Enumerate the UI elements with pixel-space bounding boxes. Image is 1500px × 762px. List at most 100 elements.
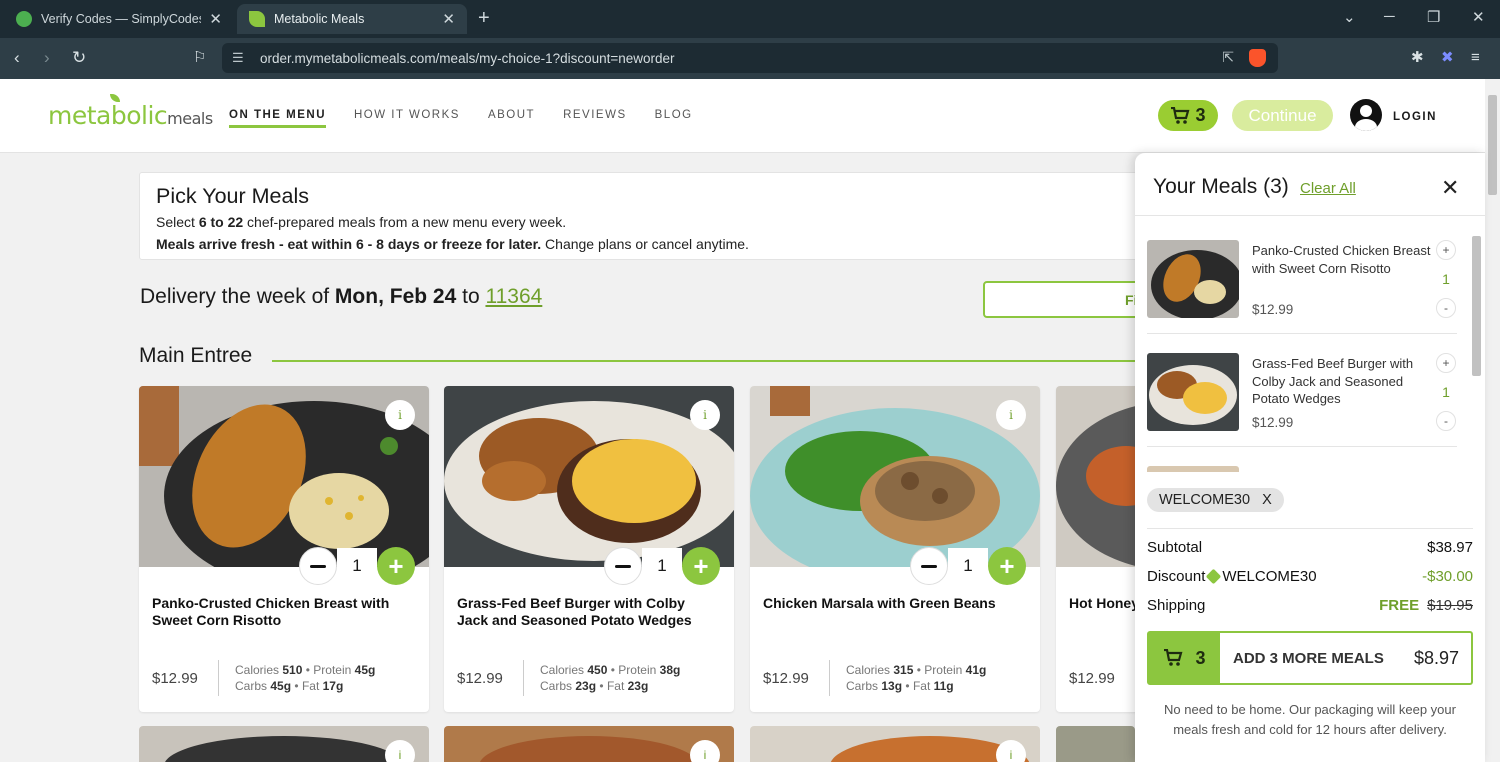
meal-photo[interactable]: i — [139, 386, 429, 567]
share-icon[interactable]: ⇱ — [1222, 49, 1234, 66]
remove-coupon-icon[interactable]: X — [1262, 492, 1272, 508]
decrease-quantity-button[interactable] — [910, 547, 948, 585]
section-title: Main Entree — [139, 344, 253, 367]
filter-button[interactable]: Fi — [983, 281, 1153, 318]
meal-photo[interactable]: i — [444, 386, 734, 567]
nutrition-info: Calories 315 • Protein 41g Carbs 13g • F… — [846, 663, 987, 693]
meal-card[interactable]: i 1 + Grass-Fed Beef Burger with Colby J… — [444, 386, 734, 712]
quantity-stepper: 1 + — [604, 547, 720, 585]
quantity-value: 1 — [948, 548, 988, 584]
url-bar[interactable]: ☰ order.mymetabolicmeals.com/meals/my-ch… — [222, 43, 1278, 73]
nav-blog[interactable]: BLOG — [655, 109, 693, 128]
meal-name[interactable]: Grass-Fed Beef Burger with Colby Jack an… — [457, 595, 717, 629]
meal-photo[interactable]: i — [750, 386, 1040, 567]
subtotal-row: Subtotal $38.97 — [1147, 539, 1473, 556]
info-icon[interactable]: i — [690, 740, 720, 762]
back-icon[interactable]: ‹ — [14, 48, 20, 68]
simplycodes-favicon-icon — [16, 11, 32, 27]
pick-meals-intro: Pick Your Meals Select 6 to 22 chef-prep… — [139, 172, 1149, 260]
increase-quantity-button[interactable]: + — [988, 547, 1026, 585]
nav-how-it-works[interactable]: HOW IT WORKS — [354, 109, 460, 128]
meal-name[interactable]: Chicken Marsala with Green Beans — [763, 595, 1023, 612]
cart-item: Panko-Crusted Chicken Breast with Sweet … — [1147, 236, 1457, 346]
delivery-date: Mon, Feb 24 — [334, 285, 457, 308]
discount-value: -$30.00 — [1422, 568, 1473, 585]
tab-title: Verify Codes — SimplyCodes — [41, 12, 202, 26]
continue-button[interactable]: Continue — [1232, 100, 1333, 131]
zip-code-link[interactable]: 11364 — [485, 285, 542, 308]
info-icon[interactable]: i — [996, 740, 1026, 762]
decrease-quantity-button[interactable] — [299, 547, 337, 585]
reload-icon[interactable]: ↻ — [72, 48, 86, 68]
increase-quantity-button[interactable]: + — [682, 547, 720, 585]
quantity-value: 1 — [642, 548, 682, 584]
cart-item-photo — [1147, 353, 1239, 431]
cart-item-price: $12.99 — [1252, 415, 1294, 430]
extension-x-icon[interactable]: ✖ — [1441, 48, 1454, 68]
maximize-icon[interactable]: ❐ — [1427, 8, 1440, 26]
browser-tab-simplycodes[interactable]: Verify Codes — SimplyCodes ✕ — [4, 4, 234, 34]
subtotal-value: $38.97 — [1427, 539, 1473, 556]
user-avatar-icon[interactable] — [1350, 99, 1382, 131]
nutrition-info: Calories 510 • Protein 45g Carbs 45g • F… — [235, 663, 376, 693]
nav-on-the-menu[interactable]: ON THE MENU — [229, 109, 326, 128]
meal-card[interactable]: i — [750, 726, 1040, 762]
cart-drawer: Your Meals (3) Clear All ✕ Panko-Crusted… — [1135, 153, 1485, 762]
decrease-quantity-button[interactable] — [604, 547, 642, 585]
meal-card[interactable] — [1056, 726, 1135, 762]
close-tab-icon[interactable]: ✕ — [442, 10, 455, 28]
quantity-value: 1 — [337, 548, 377, 584]
clear-all-link[interactable]: Clear All — [1300, 180, 1356, 197]
meal-name[interactable]: Panko-Crusted Chicken Breast with Sweet … — [152, 595, 412, 629]
forward-icon[interactable]: › — [44, 48, 50, 68]
add-more-label: ADD 3 MORE MEALS — [1233, 649, 1384, 667]
cart-item-decrease-button[interactable]: - — [1436, 411, 1456, 431]
cart-icon — [1164, 649, 1183, 666]
nav-about[interactable]: ABOUT — [488, 109, 535, 128]
login-link[interactable]: LOGIN — [1393, 111, 1437, 123]
quantity-stepper: 1 + — [299, 547, 415, 585]
cart-item-increase-button[interactable]: + — [1436, 240, 1456, 260]
meal-price: $12.99 — [1069, 670, 1115, 687]
cart-item-price: $12.99 — [1252, 302, 1294, 317]
cart-item-increase-button[interactable]: + — [1436, 353, 1456, 373]
nav-reviews[interactable]: REVIEWS — [563, 109, 627, 128]
meal-price: $12.99 — [763, 670, 809, 687]
coupon-code: WELCOME30 — [1159, 492, 1251, 508]
bookmark-icon[interactable]: ⚐ — [193, 48, 206, 68]
browser-tab-metabolic-meals[interactable]: Metabolic Meals ✕ — [237, 4, 467, 34]
cart-button[interactable]: 3 — [1158, 100, 1218, 131]
nutrition-info: Calories 450 • Protein 38g Carbs 23g • F… — [540, 663, 681, 693]
site-settings-icon[interactable]: ☰ — [232, 50, 244, 66]
meal-card[interactable]: i 1 + Panko-Crusted Chicken Breast with … — [139, 386, 429, 712]
page-title: Pick Your Meals — [156, 184, 309, 208]
close-tab-icon[interactable]: ✕ — [209, 10, 222, 28]
meal-card[interactable]: i 1 + Chicken Marsala with Green Beans $… — [750, 386, 1040, 712]
add-more-meals-button[interactable]: 3 ADD 3 MORE MEALS $8.97 — [1147, 631, 1473, 685]
cart-item-decrease-button[interactable]: - — [1436, 298, 1456, 318]
window-close-icon[interactable]: ✕ — [1472, 8, 1485, 26]
cart-items-scrollbar[interactable] — [1469, 228, 1483, 463]
cart-icon — [1171, 106, 1190, 124]
new-tab-icon[interactable]: + — [478, 7, 490, 30]
main-nav: ON THE MENU HOW IT WORKS ABOUT REVIEWS B… — [229, 109, 693, 128]
tab-list-chevron-icon[interactable]: ⌄ — [1343, 8, 1356, 26]
close-drawer-icon[interactable]: ✕ — [1441, 175, 1459, 201]
info-icon[interactable]: i — [385, 400, 415, 430]
increase-quantity-button[interactable]: + — [377, 547, 415, 585]
logo-subtext: meals — [167, 109, 213, 128]
brave-shield-icon[interactable] — [1249, 49, 1266, 67]
meal-card[interactable]: i — [444, 726, 734, 762]
logo-text: metabolic — [48, 101, 168, 130]
info-icon[interactable]: i — [996, 400, 1026, 430]
meal-price: $12.99 — [457, 670, 503, 687]
meal-card[interactable]: i — [139, 726, 429, 762]
metabolic-meals-logo[interactable]: metabolicmeals — [48, 94, 213, 130]
page-scrollbar[interactable] — [1485, 79, 1500, 762]
info-icon[interactable]: i — [385, 740, 415, 762]
info-icon[interactable]: i — [690, 400, 720, 430]
minimize-icon[interactable]: ─ — [1384, 8, 1395, 25]
menu-icon[interactable]: ≡ — [1471, 48, 1480, 68]
tag-icon — [1206, 568, 1222, 585]
extensions-icon[interactable]: ✱ — [1411, 48, 1424, 68]
